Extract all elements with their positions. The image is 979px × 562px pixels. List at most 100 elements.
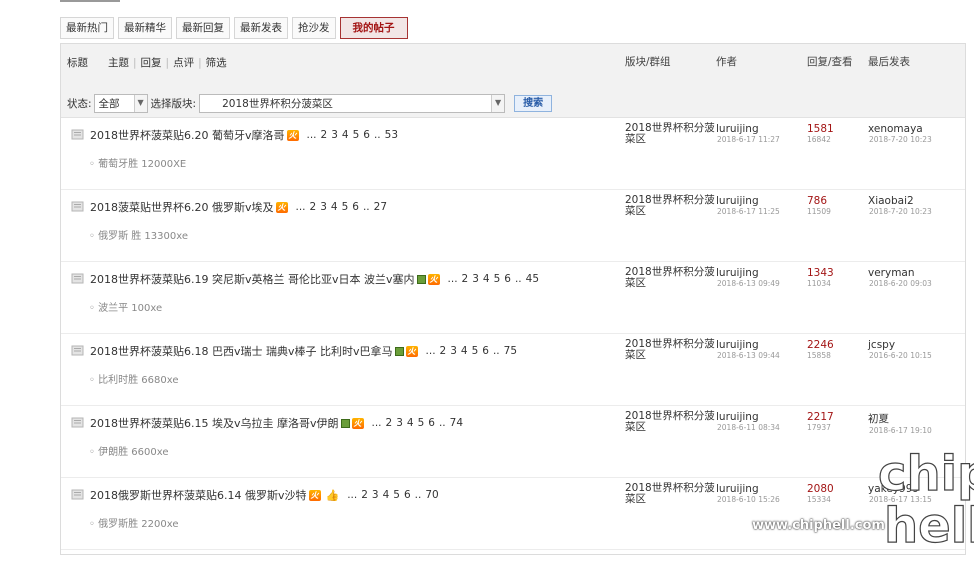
status-select[interactable]: 全部 ▼ (93, 94, 148, 113)
page-link[interactable]: 5 (342, 201, 349, 213)
page-link[interactable]: 5 (418, 417, 425, 429)
page-link[interactable]: 6 (428, 417, 435, 429)
page-link[interactable]: 4 (383, 489, 390, 501)
page-link[interactable]: 6 (504, 273, 511, 285)
page-link[interactable]: 2 (462, 273, 469, 285)
author-link[interactable]: luruijing (716, 483, 759, 495)
page-link[interactable]: 4 (407, 417, 414, 429)
page-link[interactable]: .. (439, 417, 446, 429)
page-link[interactable]: 2 (386, 417, 393, 429)
last-post-date[interactable]: 2018-7-20 10:23 (869, 207, 932, 216)
page-link[interactable]: 75 (504, 345, 517, 357)
thread-title-link[interactable]: 2018世界杯菠菜贴6.19 突尼斯v英格兰 哥伦比亚v日本 波兰v塞内 (90, 271, 415, 287)
page-link[interactable]: 5 (472, 345, 479, 357)
page-link[interactable]: 4 (461, 345, 468, 357)
forum-link[interactable]: 2018世界杯积分菠菜区 (625, 123, 716, 145)
author-link[interactable]: luruijing (716, 411, 759, 423)
last-poster-link[interactable]: jcspy (868, 339, 895, 351)
page-link[interactable]: .. (374, 129, 381, 141)
page-link[interactable]: 45 (526, 273, 539, 285)
tab-3[interactable]: 最新回复 (176, 17, 230, 39)
tab-2[interactable]: 最新精华 (118, 17, 172, 39)
hot-badge-icon: 火 (427, 273, 440, 285)
tab-4[interactable]: 最新发表 (234, 17, 288, 39)
page-link[interactable]: .. (515, 273, 522, 285)
page-link[interactable]: .. (415, 489, 422, 501)
forum-link[interactable]: 2018世界杯积分菠菜区 (625, 411, 716, 433)
page-link[interactable]: 70 (425, 489, 438, 501)
thread-title-link[interactable]: 2018世界杯菠菜贴6.20 葡萄牙v摩洛哥 (90, 127, 285, 143)
thread-title-link[interactable]: 2018世界杯菠菜贴6.18 巴西v瑞士 瑞典v棒子 比利时v巴拿马 (90, 343, 393, 359)
page-link[interactable]: 4 (331, 201, 338, 213)
last-post-date[interactable]: 2016-6-20 10:15 (869, 351, 932, 360)
filter-link[interactable]: 筛选 (202, 55, 231, 70)
page-link[interactable]: 5 (353, 129, 360, 141)
page-link[interactable]: ... (296, 201, 306, 213)
thread-rows: 2018世界杯菠菜贴6.20 葡萄牙v摩洛哥火... 2 3 4 5 6.. 53 ◦ 葡萄牙… (61, 118, 965, 550)
page-link[interactable]: 6 (404, 489, 411, 501)
page-link[interactable]: 2 (361, 489, 368, 501)
page-link[interactable]: 3 (320, 201, 327, 213)
page-link[interactable]: 6 (352, 201, 359, 213)
page-link[interactable]: ... (307, 129, 317, 141)
author-link[interactable]: luruijing (716, 267, 759, 279)
author-cell: luruijing 2018-6-10 15:26 (716, 483, 780, 504)
forum-link[interactable]: 2018世界杯积分菠菜区 (625, 195, 716, 217)
thread-title-line: 2018世界杯菠菜贴6.19 突尼斯v英格兰 哥伦比亚v日本 波兰v塞内火...… (71, 271, 543, 287)
page-link[interactable]: ... (347, 489, 357, 501)
page-link[interactable]: 27 (374, 201, 387, 213)
last-poster-link[interactable]: xenomaya (868, 123, 923, 135)
page-link[interactable]: 2 (440, 345, 447, 357)
last-post-date[interactable]: 2018-6-20 09:03 (869, 279, 932, 288)
last-poster-link[interactable]: Xiaobai2 (868, 195, 914, 207)
page-link[interactable]: 4 (342, 129, 349, 141)
last-poster-link[interactable]: 初夏 (868, 413, 889, 425)
forum-select[interactable]: 2018世界杯积分菠菜区 ▼ (199, 94, 506, 113)
page-link[interactable]: 4 (483, 273, 490, 285)
thread-title-link[interactable]: 2018俄罗斯世界杯菠菜贴6.14 俄罗斯v沙特 (90, 487, 307, 503)
page-link[interactable]: 3 (372, 489, 379, 501)
page-link[interactable]: 3 (472, 273, 479, 285)
thread-title-line: 2018菠菜贴世界杯6.20 俄罗斯v埃及火... 2 3 4 5 6.. 27 (71, 199, 391, 215)
filter-link[interactable]: 主题 (104, 55, 133, 70)
page-link[interactable]: 2 (321, 129, 328, 141)
page-link[interactable]: 2 (310, 201, 317, 213)
last-post-date[interactable]: 2018-7-20 10:23 (869, 135, 932, 144)
author-link[interactable]: luruijing (716, 339, 759, 351)
image-attachment-icon (416, 274, 426, 284)
page-link[interactable]: ... (448, 273, 458, 285)
tab-6[interactable]: 我的帖子 (339, 17, 408, 39)
thread-title-link[interactable]: 2018菠菜贴世界杯6.20 俄罗斯v埃及 (90, 199, 274, 215)
filter-link[interactable]: 点评 (169, 55, 198, 70)
logo-text-bottom: hell (884, 498, 974, 550)
post-date: 2018-6-10 15:26 (717, 495, 780, 504)
page-link[interactable]: 74 (450, 417, 463, 429)
page-link[interactable]: 53 (385, 129, 398, 141)
author-link[interactable]: luruijing (716, 123, 759, 135)
page-link[interactable]: 6 (363, 129, 370, 141)
page-link[interactable]: 5 (494, 273, 501, 285)
filter-link[interactable]: 回复 (137, 55, 166, 70)
page-link[interactable]: 5 (393, 489, 400, 501)
author-link[interactable]: luruijing (716, 195, 759, 207)
search-button[interactable]: 搜索 (514, 95, 553, 112)
author-cell: luruijing 2018-6-13 09:49 (716, 267, 780, 288)
last-post-date[interactable]: 2018-6-17 19:10 (869, 426, 932, 435)
view-count: 17937 (807, 423, 831, 432)
page-link[interactable]: .. (363, 201, 370, 213)
forum-link[interactable]: 2018世界杯积分菠菜区 (625, 483, 716, 505)
page-link[interactable]: ... (372, 417, 382, 429)
page-link[interactable]: ... (426, 345, 436, 357)
last-poster-link[interactable]: veryman (868, 267, 915, 279)
page-link[interactable]: 3 (331, 129, 338, 141)
page-link[interactable]: .. (493, 345, 500, 357)
forum-link[interactable]: 2018世界杯积分菠菜区 (625, 339, 716, 361)
tab-1[interactable]: 最新热门 (60, 17, 114, 39)
page-link[interactable]: 3 (450, 345, 457, 357)
tab-5[interactable]: 抢沙发 (292, 17, 336, 39)
forum-link[interactable]: 2018世界杯积分菠菜区 (625, 267, 716, 289)
post-date: 2018-6-17 11:27 (717, 135, 780, 144)
thread-title-link[interactable]: 2018世界杯菠菜贴6.15 埃及v乌拉圭 摩洛哥v伊朗 (90, 415, 339, 431)
page-link[interactable]: 6 (482, 345, 489, 357)
page-link[interactable]: 3 (396, 417, 403, 429)
